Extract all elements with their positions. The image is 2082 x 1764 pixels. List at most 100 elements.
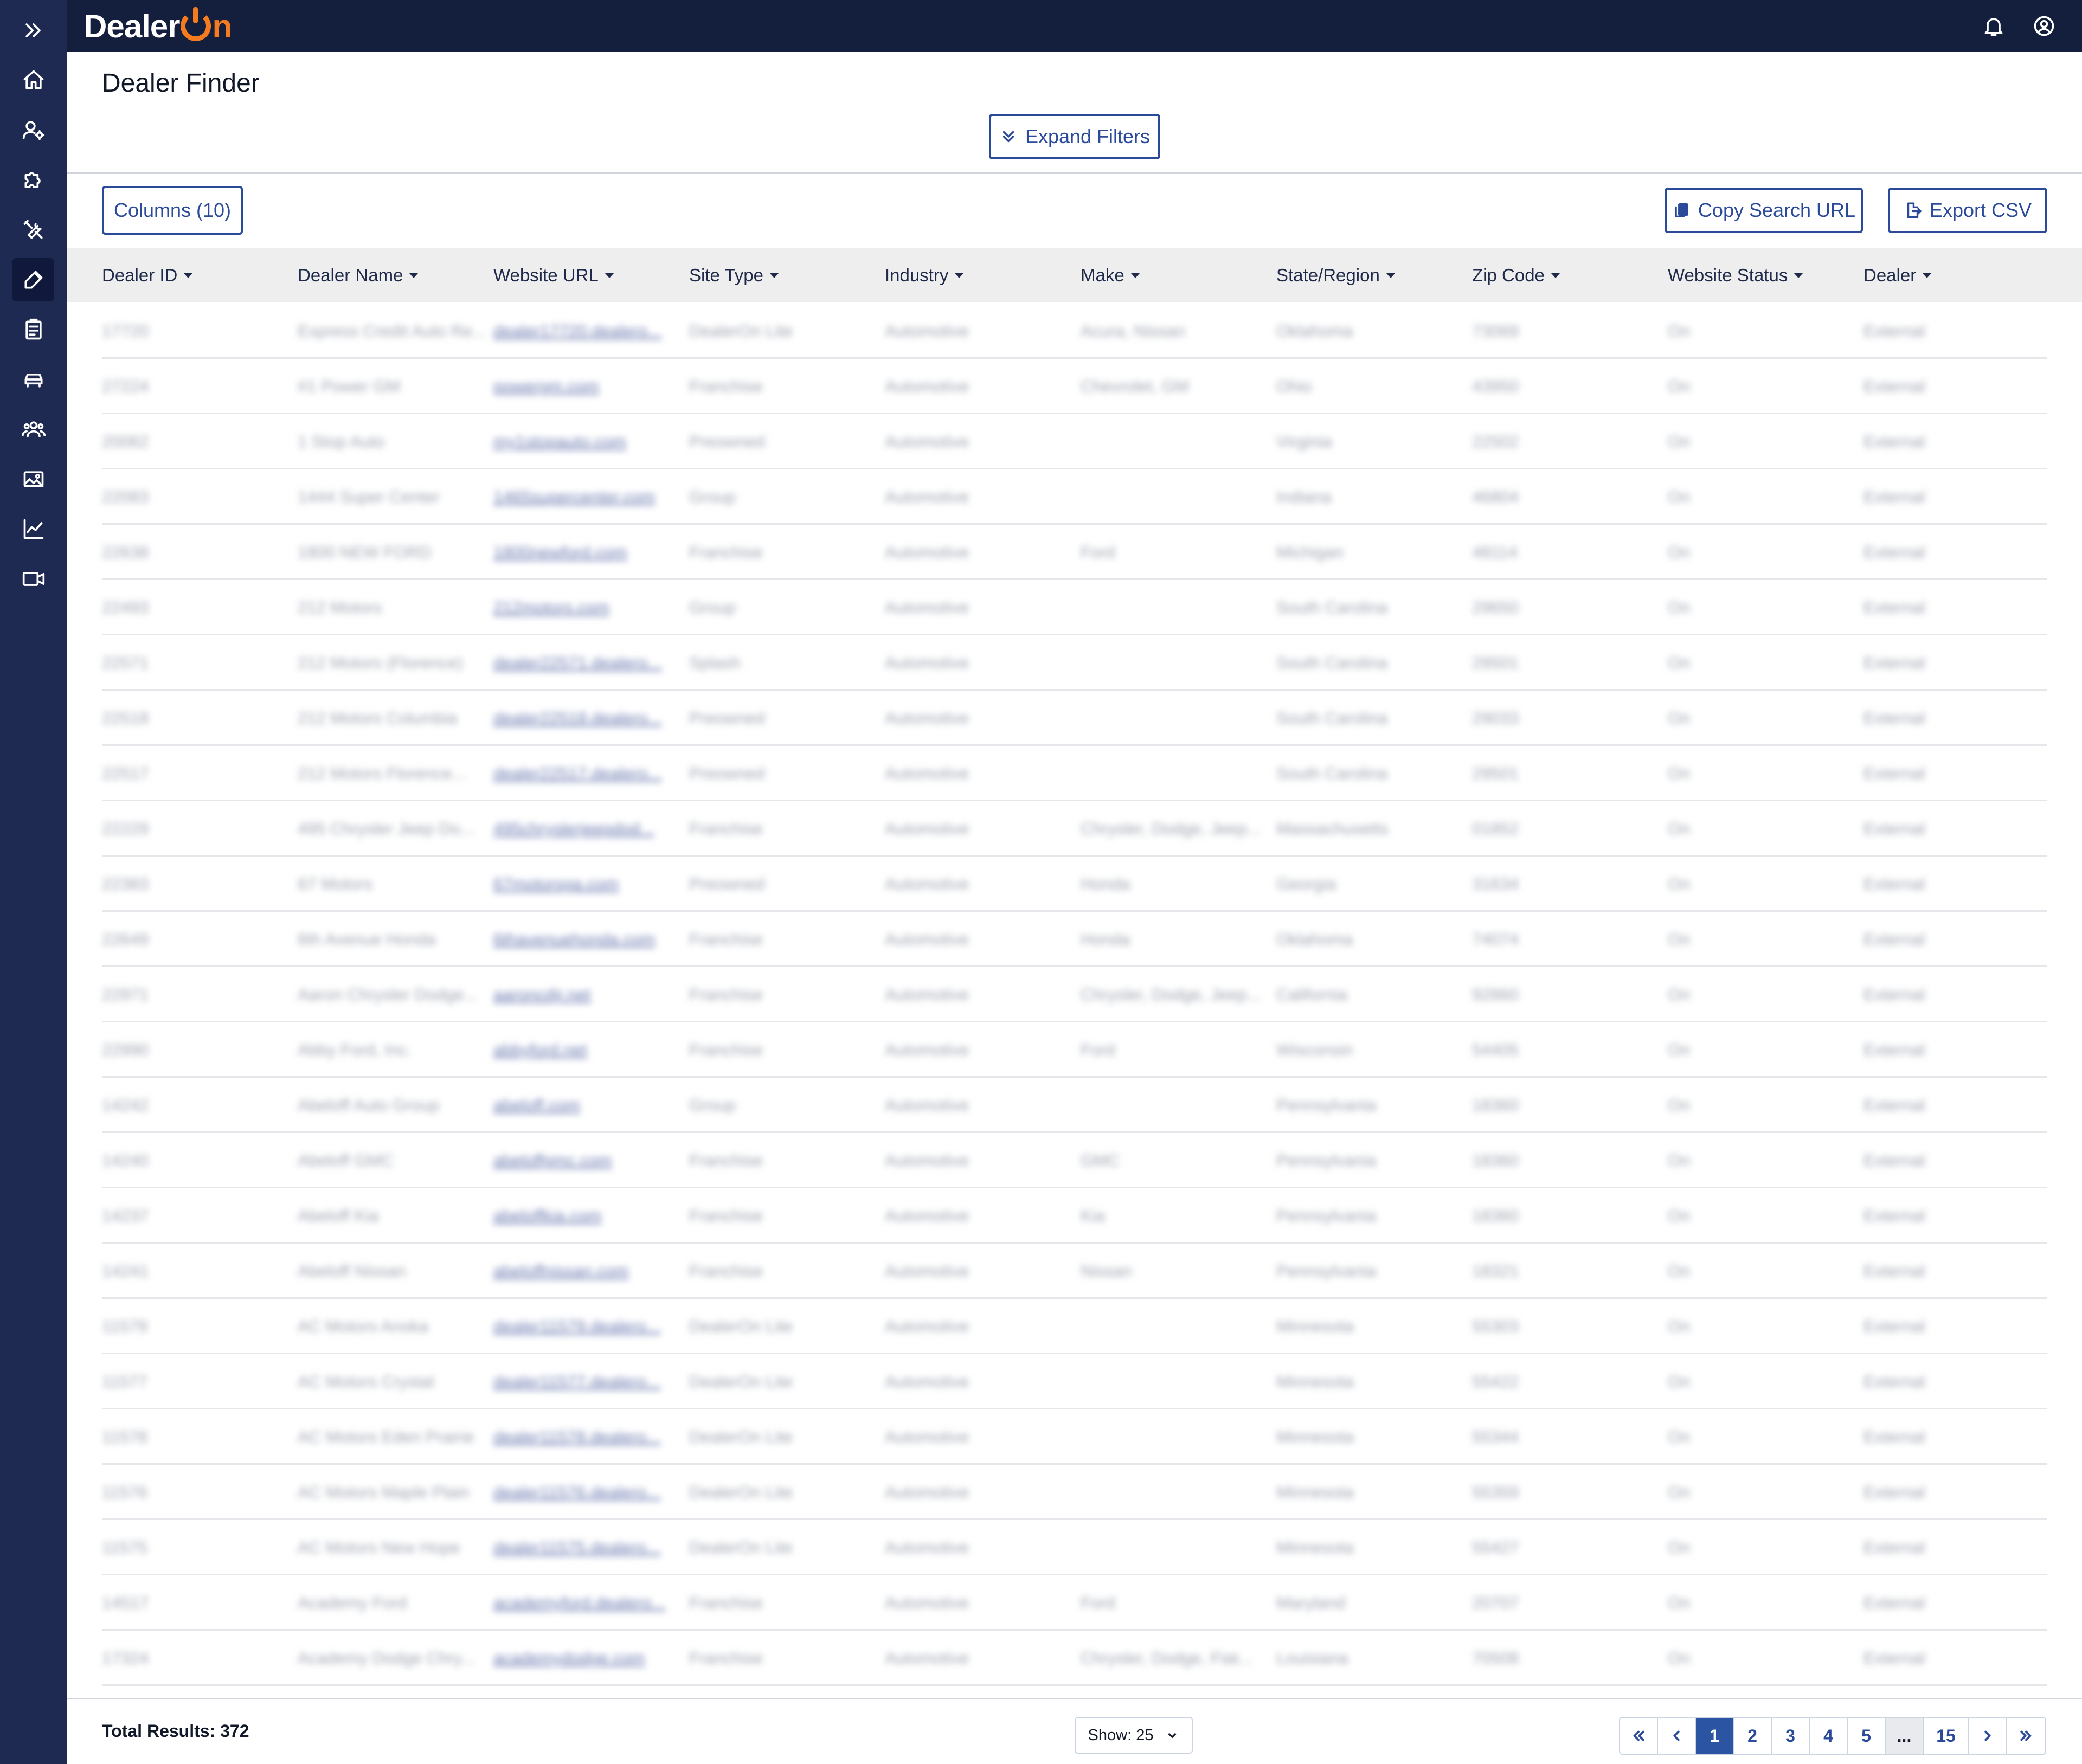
page-size-select[interactable]: Show: 25 [1075, 1717, 1193, 1754]
page-button-1[interactable]: 1 [1696, 1718, 1734, 1754]
website-url-cell[interactable]: academyford.dealero... [493, 1575, 683, 1631]
video-icon[interactable] [0, 557, 67, 601]
tools-icon[interactable] [0, 208, 67, 252]
table-row[interactable]: 22649 6th Avenue Honda 6thavenuehonda.com F… [102, 912, 2047, 967]
website-url-cell[interactable]: aaroncdjr.net [493, 967, 683, 1022]
car-icon[interactable] [0, 358, 67, 401]
state-region-cell: South Carolina [1276, 764, 1388, 783]
table-row[interactable]: 11577 AC Motors Crystal dealer11577.dealer… [102, 1354, 2047, 1409]
website-url-cell[interactable]: 1800newford.com [493, 525, 683, 580]
table-row[interactable]: 17324 Academy Dodge Chry... academydodge.c… [102, 1631, 2047, 1686]
website-url-cell[interactable]: dealer22517.dealero... [493, 746, 683, 801]
dealer-id-cell: 20062 [102, 432, 149, 451]
website-url-cell[interactable]: dealer11576.dealero... [493, 1465, 683, 1520]
website-url-cell[interactable]: abeloffgmc.com [493, 1133, 683, 1188]
next-page-button[interactable] [1969, 1718, 2007, 1754]
column-header-make[interactable]: Make [1081, 248, 1140, 302]
account-icon[interactable] [2032, 14, 2056, 38]
table-row[interactable]: 17720 Express Credit Auto Re... dealer1772… [102, 304, 2047, 359]
table-row[interactable]: 11576 AC Motors Maple Plain dealer11576.de… [102, 1465, 2047, 1520]
user-settings-icon[interactable] [0, 108, 67, 152]
column-header-site-type[interactable]: Site Type [689, 248, 779, 302]
page-button-15[interactable]: 15 [1924, 1718, 1969, 1754]
column-header-dealer[interactable]: Dealer [1863, 248, 1932, 302]
table-row[interactable]: 11578 AC Motors Eden Prairie dealer11578.d… [102, 1409, 2047, 1465]
pagination: 1 2 3 4 5 ... 15 [1619, 1717, 2046, 1755]
home-icon[interactable] [0, 59, 67, 102]
website-url-cell[interactable]: dealer11577.dealero... [493, 1354, 683, 1409]
column-header-dealer-id[interactable]: Dealer ID [102, 248, 193, 302]
table-row[interactable]: 22229 495 Chrysler Jeep Do... 495chryslerj… [102, 801, 2047, 857]
columns-button[interactable]: Columns (10) [102, 186, 243, 235]
table-row[interactable]: 14517 Academy Ford academyford.dealero... F… [102, 1575, 2047, 1631]
export-csv-button[interactable]: Export CSV [1888, 188, 2047, 233]
website-url-cell[interactable]: my1stopauto.com [493, 414, 683, 469]
page-button-3[interactable]: 3 [1772, 1718, 1810, 1754]
site-type-cell: Franchise [689, 819, 763, 838]
users-icon[interactable] [0, 408, 67, 451]
column-header-state-region[interactable]: State/Region [1276, 248, 1395, 302]
table-row[interactable]: 22990 Abby Ford, Inc. abbyford.net Franchis… [102, 1022, 2047, 1078]
column-header-website-status[interactable]: Website Status [1668, 248, 1803, 302]
table-row[interactable]: 14240 Abeloff GMC abeloffgmc.com Franchise A… [102, 1133, 2047, 1188]
copy-search-url-button[interactable]: Copy Search URL [1665, 188, 1863, 233]
table-row[interactable]: 22571 212 Motors (Florence) dealer22571.de… [102, 635, 2047, 691]
table-row[interactable]: 22518 212 Motors Columbia dealer22518.deal… [102, 691, 2047, 746]
table-row[interactable]: 22517 212 Motors Florence... dealer22517.d… [102, 746, 2047, 801]
first-page-button[interactable] [1620, 1718, 1658, 1754]
dealer-name-cell: Abby Ford, Inc. [298, 1040, 412, 1059]
table-row[interactable]: 22638 1800 NEW FORD 1800newford.com Franchi… [102, 525, 2047, 580]
make-cell: Kia [1081, 1206, 1105, 1225]
table-row[interactable]: 20062 1 Stop Auto my1stopauto.com Preowned A… [102, 414, 2047, 469]
website-url-cell[interactable]: academydodge.com [493, 1631, 683, 1686]
website-url-cell[interactable]: dealer11575.dealero... [493, 1520, 683, 1575]
website-url-cell[interactable]: dealer11578.dealero... [493, 1409, 683, 1465]
website-url-cell[interactable]: dealer22518.dealero... [493, 691, 683, 746]
website-url-cell[interactable]: abbyford.net [493, 1022, 683, 1078]
table-row[interactable]: 14241 Abeloff Nissan abeloffnissan.com Fran… [102, 1244, 2047, 1299]
table-row[interactable]: 27224 #1 Power GM powergm.com Franchise Auto… [102, 359, 2047, 414]
website-url-cell[interactable]: abeloffkia.com [493, 1188, 683, 1244]
site-type-cell: Franchise [689, 1040, 763, 1059]
website-url-cell[interactable]: 212motors.com [493, 580, 683, 635]
table-row[interactable]: 22493 212 Motors 212motors.com Group Automot… [102, 580, 2047, 635]
website-url-cell[interactable]: 6thavenuehonda.com [493, 912, 683, 967]
prev-page-button[interactable] [1658, 1718, 1696, 1754]
clipboard-icon[interactable] [0, 308, 67, 351]
edit-icon[interactable] [0, 258, 67, 301]
page-button-4[interactable]: 4 [1810, 1718, 1848, 1754]
page-button-5[interactable]: 5 [1848, 1718, 1886, 1754]
puzzle-icon[interactable] [0, 158, 67, 202]
industry-cell: Automotive [885, 487, 969, 506]
table-row[interactable]: 14237 Abeloff Kia abeloffkia.com Franchise A… [102, 1188, 2047, 1244]
page-button-2[interactable]: 2 [1734, 1718, 1772, 1754]
website-url-cell[interactable]: dealer17720.dealero... [493, 304, 683, 359]
column-header-dealer-name[interactable]: Dealer Name [298, 248, 419, 302]
table-row[interactable]: 22971 Aaron Chrysler Dodge... aaroncdjr.ne… [102, 967, 2047, 1022]
expand-filters-button[interactable]: Expand Filters [989, 114, 1160, 159]
column-header-zip-code[interactable]: Zip Code [1472, 248, 1560, 302]
site-type-cell: Preowned [689, 764, 765, 783]
table-row[interactable]: 22083 1444 Super Center 1465supercenter.co… [102, 469, 2047, 525]
column-header-website-url[interactable]: Website URL [493, 248, 614, 302]
last-page-button[interactable] [2007, 1718, 2045, 1754]
industry-cell: Automotive [885, 321, 969, 340]
website-url-cell[interactable]: abeloff.com [493, 1078, 683, 1133]
table-row[interactable]: 11575 AC Motors New Hope dealer11575.deale… [102, 1520, 2047, 1575]
website-url-cell[interactable]: dealer11579.dealero... [493, 1299, 683, 1354]
website-url-cell[interactable]: abeloffnissan.com [493, 1244, 683, 1299]
website-url-cell[interactable]: 1465supercenter.com [493, 469, 683, 525]
dealeron-logo[interactable]: Dealer n [83, 7, 232, 46]
website-url-cell[interactable]: dealer22571.dealero... [493, 635, 683, 691]
website-url-cell[interactable]: powergm.com [493, 359, 683, 414]
website-url-cell[interactable]: 495chryslerjeepdod... [493, 801, 683, 857]
double-chevron-right-icon[interactable] [0, 9, 67, 52]
image-icon[interactable] [0, 458, 67, 501]
chart-line-icon[interactable] [0, 507, 67, 551]
table-row[interactable]: 14242 Abeloff Auto Group abeloff.com Group A… [102, 1078, 2047, 1133]
table-row[interactable]: 22383 67 Motors 67motorsga.com Preowned Auto… [102, 857, 2047, 912]
column-header-industry[interactable]: Industry [885, 248, 964, 302]
website-url-cell[interactable]: 67motorsga.com [493, 857, 683, 912]
table-row[interactable]: 11579 AC Motors Anoka dealer11579.dealero.… [102, 1299, 2047, 1354]
bell-icon[interactable] [1982, 14, 2006, 38]
